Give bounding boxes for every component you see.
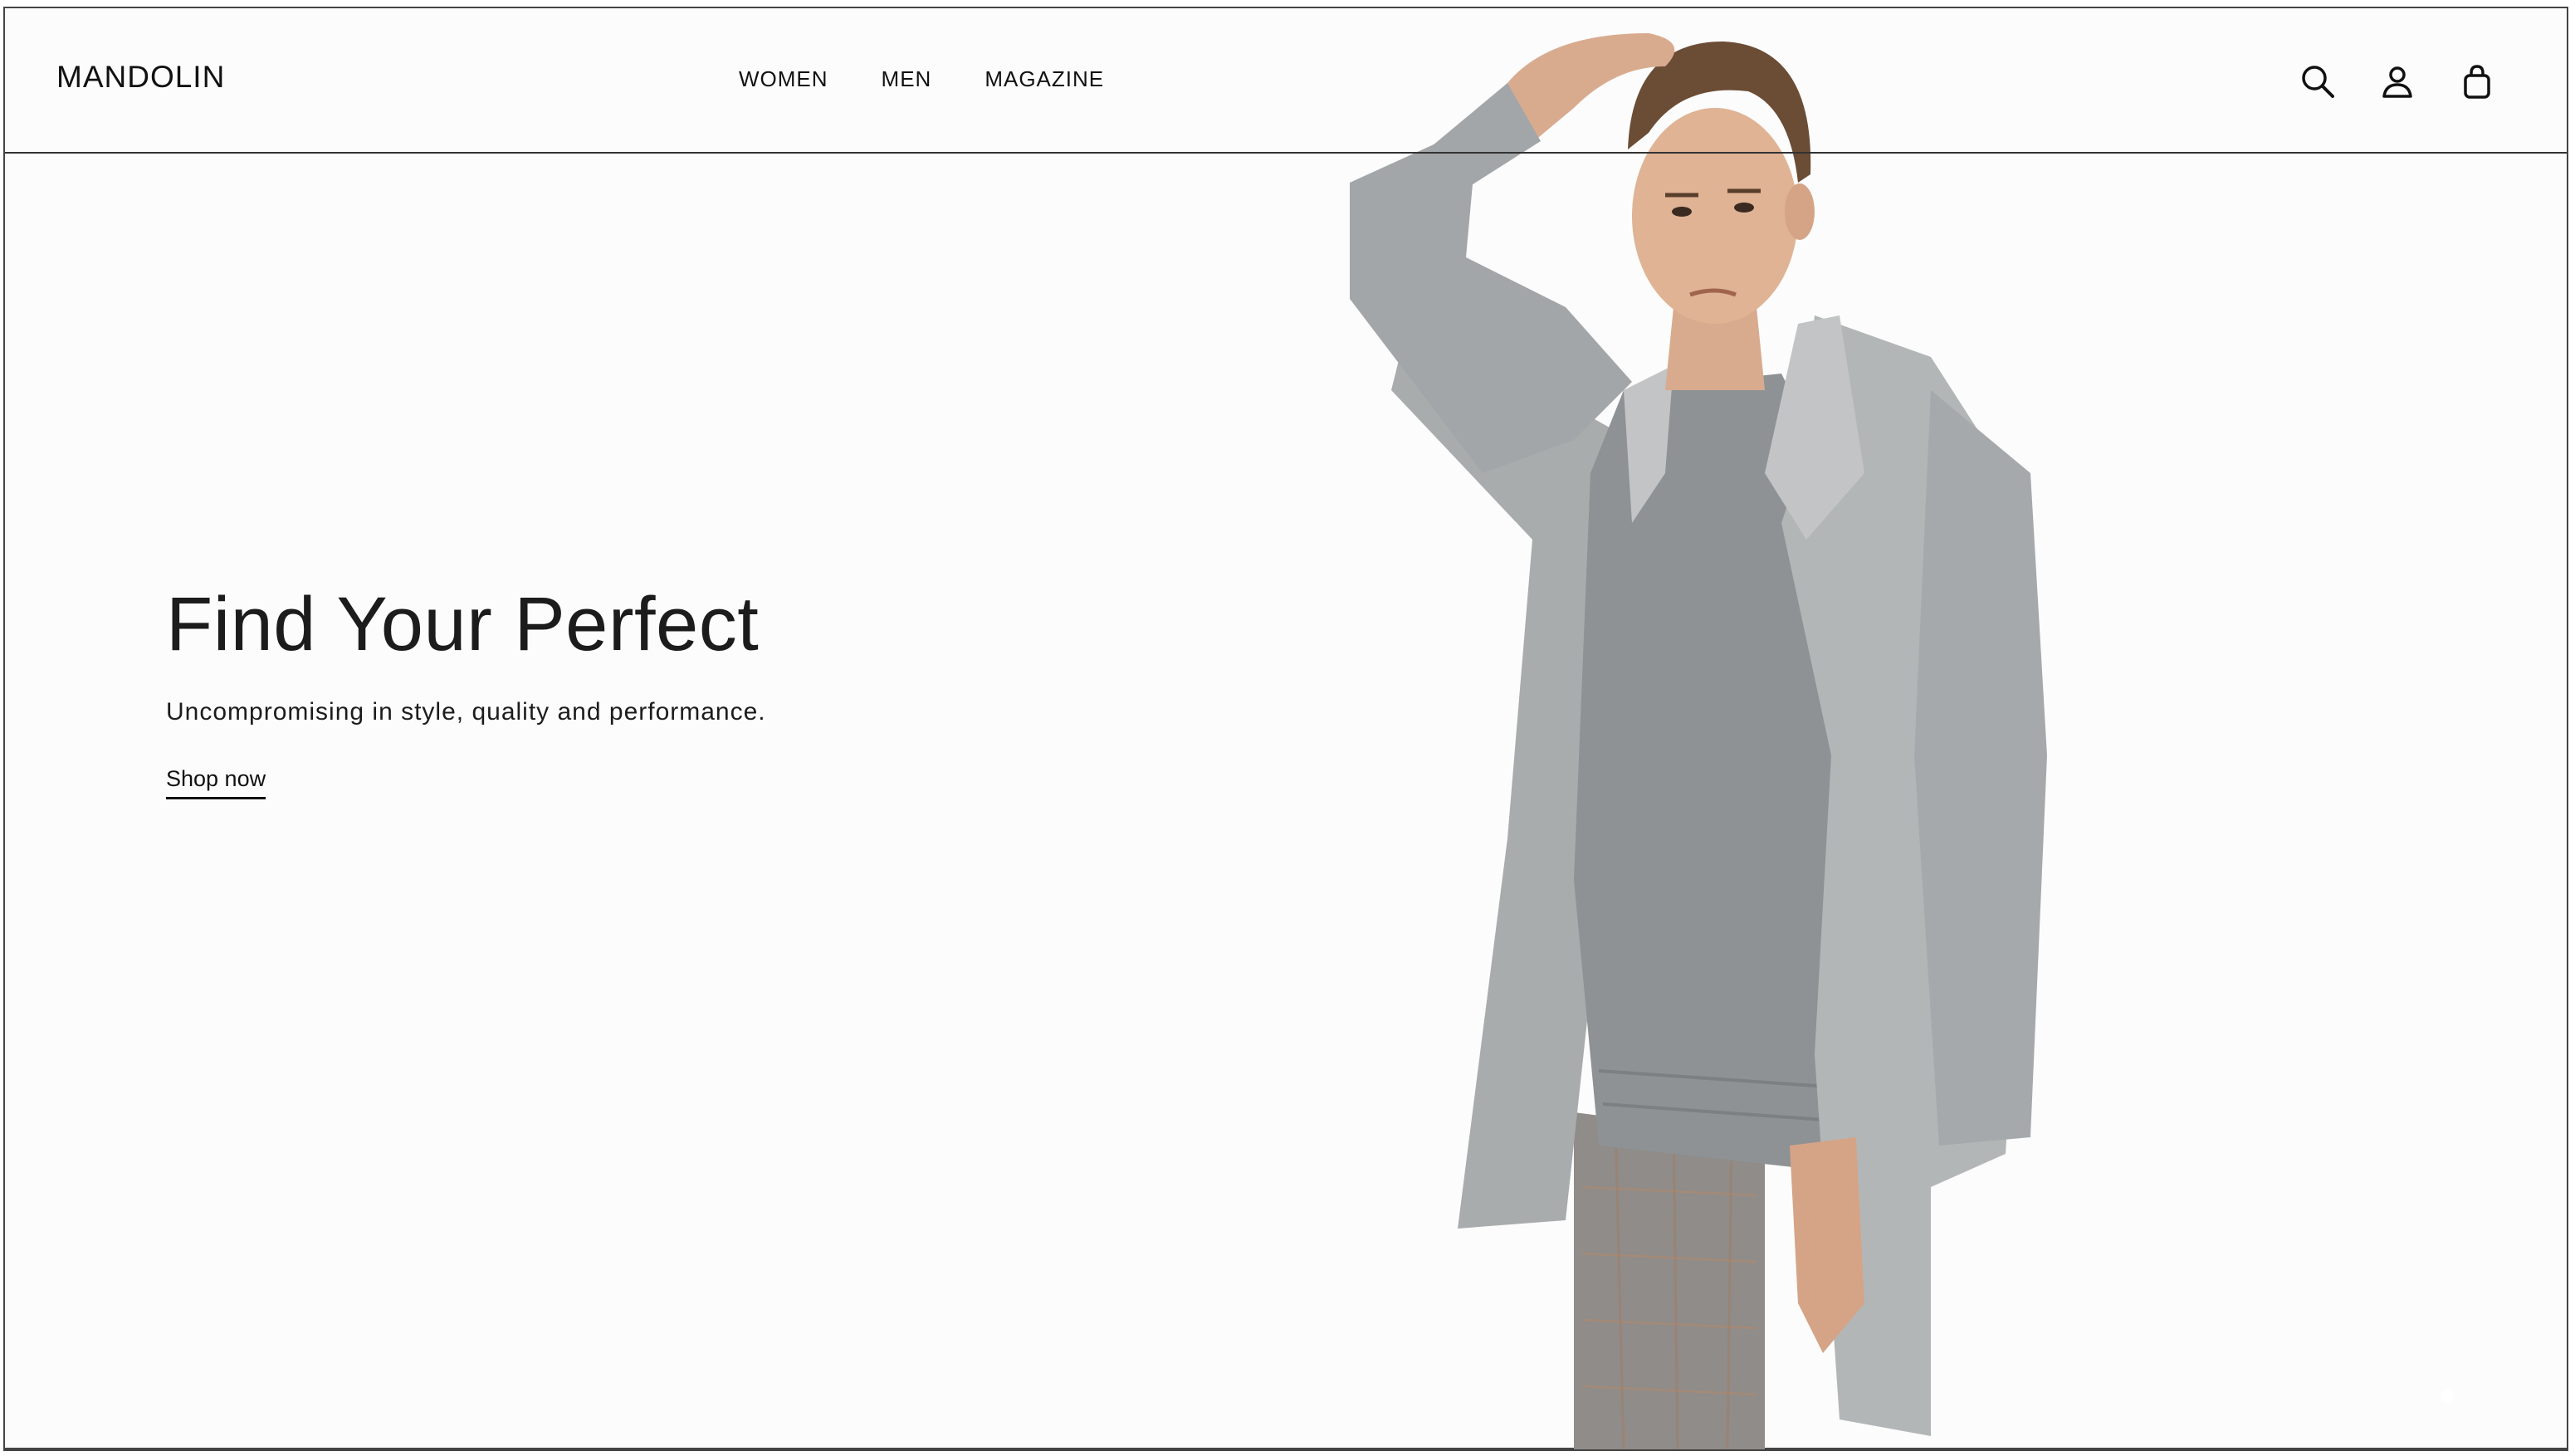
carousel-dot[interactable] [2441,1390,2454,1403]
hero-title: Find Your Perfect [166,582,760,667]
page-frame: Find Your Perfect Uncompromising in styl… [3,7,2568,1451]
hero-text-block: Find Your Perfect Uncompromising in styl… [166,581,766,799]
brand-logo[interactable]: MANDOLIN [56,60,225,95]
nav-item-magazine[interactable]: MAGAZINE [985,66,1104,92]
shop-now-link[interactable]: Shop now [166,766,266,799]
hero-subtitle: Uncompromising in style, quality and per… [166,698,766,726]
hero-banner: Find Your Perfect Uncompromising in styl… [5,8,2567,1449]
bag-icon[interactable] [2459,63,2495,100]
site-header: MANDOLIN WOMEN MEN MAGAZINE [5,8,2567,154]
header-actions [2299,63,2495,100]
nav-item-men[interactable]: MEN [882,66,932,92]
account-icon[interactable] [2379,63,2416,100]
search-icon[interactable] [2299,63,2336,100]
section-divider [5,1448,2567,1449]
main-nav: WOMEN MEN MAGAZINE [739,66,1157,92]
hero-model-image [1350,33,2047,1449]
nav-item-women[interactable]: WOMEN [739,66,828,92]
